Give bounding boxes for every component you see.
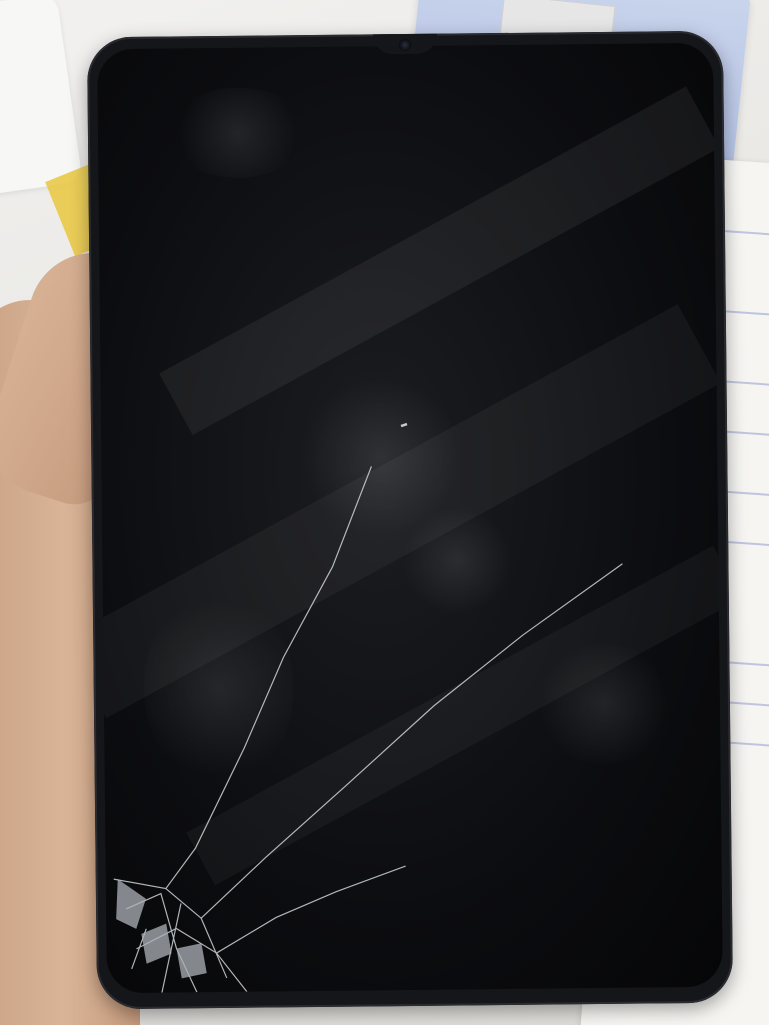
- phone-screen: [97, 42, 723, 994]
- screen-cracks: [113, 422, 623, 993]
- photo-scene: [0, 0, 769, 1025]
- front-camera-icon: [398, 38, 412, 52]
- smartphone: [86, 30, 734, 1010]
